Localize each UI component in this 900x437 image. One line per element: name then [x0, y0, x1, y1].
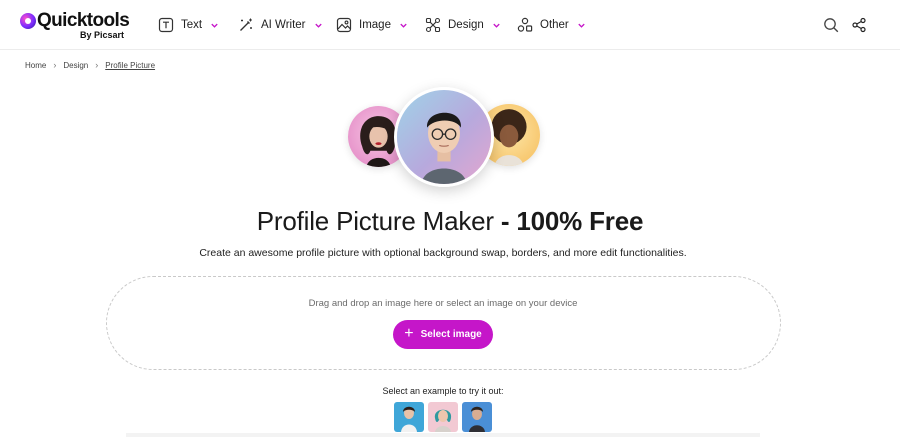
examples-label: Select an example to try it out: — [382, 386, 504, 396]
example-image-2[interactable] — [428, 402, 458, 432]
chevron-right-icon: › — [95, 60, 99, 70]
example-image-1[interactable] — [394, 402, 424, 432]
magic-wand-icon — [240, 18, 252, 31]
nav-item-text[interactable]: Text — [158, 15, 219, 35]
plus-icon: + — [404, 324, 414, 342]
nav-label: Text — [181, 19, 203, 31]
nav-label: Other — [540, 19, 569, 31]
select-image-label: Select image — [420, 329, 482, 340]
nav-item-other[interactable]: Other — [517, 15, 586, 35]
nav-item-image[interactable]: Image — [336, 15, 408, 35]
nav-label: Design — [448, 19, 484, 31]
search-icon[interactable] — [823, 17, 839, 33]
nav-item-ai-writer[interactable]: AI Writer — [238, 15, 323, 35]
page-title: Profile Picture Maker - 100% Free — [0, 206, 900, 237]
chevron-down-icon — [211, 23, 218, 28]
quicktools-logo[interactable]: Quicktools By Picsart — [20, 10, 130, 40]
hero-avatar-main — [394, 87, 494, 187]
breadcrumb: Home › Design › Profile Picture — [25, 59, 155, 71]
select-image-button[interactable]: + Select image — [393, 320, 493, 349]
breadcrumb-design[interactable]: Design — [63, 61, 88, 70]
upload-dropzone[interactable]: Drag and drop an image here or select an… — [106, 276, 781, 370]
nav-label: Image — [359, 19, 391, 31]
example-image-3[interactable] — [462, 402, 492, 432]
chevron-down-icon — [400, 23, 407, 28]
text-box-icon — [158, 17, 174, 33]
shapes-icon — [517, 17, 533, 32]
breadcrumb-current[interactable]: Profile Picture — [105, 61, 155, 70]
design-tools-icon — [425, 17, 441, 33]
image-icon — [336, 17, 352, 33]
logo-name: Quicktools — [37, 10, 130, 31]
content-divider — [126, 433, 760, 437]
chevron-right-icon: › — [53, 60, 57, 70]
logo-mark-icon — [20, 13, 36, 29]
page-title-main: Profile Picture Maker — [256, 206, 501, 236]
breadcrumb-home[interactable]: Home — [25, 61, 46, 70]
dropzone-instructions: Drag and drop an image here or select an… — [308, 298, 578, 309]
page-title-highlight: - 100% Free — [500, 206, 644, 236]
page-subtitle: Create an awesome profile picture with o… — [199, 247, 687, 259]
nav-item-design[interactable]: Design — [425, 15, 501, 35]
chevron-down-icon — [578, 23, 585, 28]
share-icon[interactable] — [851, 17, 867, 33]
logo-byline: By Picsart — [80, 30, 125, 40]
nav-label: AI Writer — [261, 19, 306, 31]
chevron-down-icon — [314, 23, 322, 28]
chevron-down-icon — [493, 23, 500, 28]
site-header: Quicktools By Picsart Text AI Writer Ima… — [0, 0, 900, 50]
